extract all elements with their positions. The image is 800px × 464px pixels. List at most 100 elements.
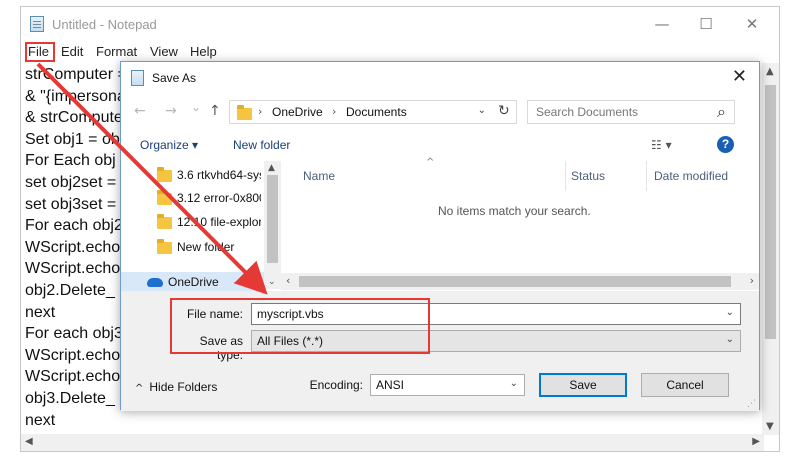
text-line: For each obj2 in obj2set: [25, 217, 120, 235]
scroll-down-icon[interactable]: ⌄: [268, 277, 276, 287]
text-line: next: [25, 411, 56, 429]
text-line: strComputer = ".": [25, 66, 120, 83]
text-line: For each obj3 in obj3set: [25, 325, 120, 343]
cancel-button[interactable]: Cancel: [641, 373, 729, 397]
new-folder-button[interactable]: New folder: [233, 138, 290, 152]
resize-grip-icon[interactable]: ⋰: [747, 399, 756, 409]
help-icon[interactable]: ?: [717, 136, 734, 153]
scroll-right-icon[interactable]: ›: [750, 274, 754, 287]
breadcrumb-documents[interactable]: Documents: [346, 105, 407, 119]
command-bar: Organize ▾ New folder ☷ ▾ ?: [121, 134, 759, 160]
folder-icon: [157, 190, 172, 205]
column-divider[interactable]: [646, 161, 647, 191]
chevron-down-icon[interactable]: ⌄: [726, 307, 734, 318]
dialog-app-icon: [131, 70, 144, 86]
chevron-down-icon[interactable]: ⌄: [726, 334, 734, 345]
folder-icon: [157, 167, 172, 182]
text-line: obj3.Delete_: [25, 389, 115, 407]
menu-bar: File Edit Format View Help: [21, 42, 779, 63]
text-line: For Each obj in obj1: [25, 152, 120, 170]
breadcrumb-separator: ›: [258, 105, 263, 118]
editor-text-area[interactable]: strComputer = "." & "{impersonationLevel…: [25, 64, 120, 434]
nav-folder-item[interactable]: 3.6 rtkvhd64-sys: [143, 165, 261, 185]
search-icon[interactable]: ⌕: [717, 102, 726, 122]
navigation-bar: ← → ⌄ ↑ › OneDrive › Documents ⌄ ↻ Searc…: [121, 98, 759, 126]
folder-icon: [237, 105, 252, 120]
cloud-icon: [147, 278, 163, 287]
file-menu-highlight: [25, 42, 55, 62]
scroll-up-icon[interactable]: ▲: [766, 66, 774, 77]
dialog-title: Save As: [152, 71, 197, 85]
nav-folder-label: New folder: [177, 240, 235, 254]
close-icon[interactable]: ✕: [741, 13, 763, 35]
text-line: next: [25, 303, 56, 321]
minimize-icon[interactable]: —: [651, 13, 673, 35]
scroll-left-icon[interactable]: ‹: [286, 274, 290, 287]
text-line: set obj2set = obj.Associators_: [25, 173, 120, 191]
breadcrumb-onedrive[interactable]: OneDrive: [272, 105, 323, 119]
onedrive-label: OneDrive: [168, 275, 219, 289]
organize-button[interactable]: Organize ▾: [140, 138, 198, 152]
nav-item-onedrive[interactable]: OneDrive: [121, 272, 264, 292]
scroll-thumb[interactable]: [267, 175, 278, 263]
address-dropdown-icon[interactable]: ⌄: [478, 105, 486, 116]
forward-arrow-icon[interactable]: →: [165, 103, 177, 119]
refresh-icon[interactable]: ↻: [498, 103, 510, 119]
scroll-down-icon[interactable]: ▼: [766, 421, 774, 432]
nav-folder-item[interactable]: 3.12 error-0x8004: [143, 188, 261, 208]
text-line: WScript.echo obj3.InstanceID: [25, 368, 120, 386]
search-input[interactable]: Search Documents ⌕: [527, 100, 735, 124]
save-options-panel: File name: myscript.vbs ⌄ Save as type: …: [121, 291, 759, 411]
editor-vertical-scrollbar[interactable]: ▲ ▼: [762, 63, 779, 435]
hide-folders-button[interactable]: ^ Hide Folders: [135, 380, 217, 394]
menu-help[interactable]: Help: [190, 43, 217, 60]
text-line: & "{impersonationLevel=impersonate}!\\": [25, 87, 120, 105]
maximize-icon[interactable]: ☐: [695, 13, 717, 35]
dialog-close-icon[interactable]: ✕: [732, 66, 747, 87]
column-header-status[interactable]: Status: [571, 169, 605, 183]
column-header-date-modified[interactable]: Date modified: [654, 169, 728, 183]
notepad-title-bar: Untitled - Notepad — ☐ ✕: [21, 7, 779, 41]
empty-folder-message: No items match your search.: [438, 204, 591, 218]
editor-horizontal-scrollbar[interactable]: ◀ ▶: [21, 434, 764, 451]
encoding-label: Encoding:: [309, 378, 363, 392]
dialog-title-bar: Save As ✕: [121, 62, 759, 94]
scroll-right-icon[interactable]: ▶: [752, 436, 760, 447]
text-line: WScript.echo obj2.InstanceID: [25, 260, 120, 278]
text-line: obj2.Delete_: [25, 281, 115, 299]
scroll-left-icon[interactable]: ◀: [25, 436, 33, 447]
chevron-down-icon[interactable]: ⌄: [510, 378, 518, 389]
folder-icon: [157, 239, 172, 254]
file-list[interactable]: Name ^ Status Date modified No items mat…: [286, 157, 759, 289]
nav-folder-item[interactable]: New folder: [143, 237, 261, 257]
scroll-thumb[interactable]: [299, 276, 731, 287]
text-line: & strComputer & "\root\cimv2"): [25, 109, 120, 127]
menu-edit[interactable]: Edit: [61, 43, 83, 60]
text-line: Set obj1 = objWMIService.ExecQuery: [25, 130, 120, 148]
text-line: WScript.echo "Deleting: ": [25, 238, 120, 256]
encoding-select[interactable]: ANSI ⌄: [370, 374, 525, 396]
up-arrow-icon[interactable]: ↑: [209, 103, 221, 119]
column-header-name[interactable]: Name: [303, 169, 335, 183]
nav-pane-scrollbar[interactable]: ▲ ⌄: [264, 161, 281, 289]
file-list-horizontal-scrollbar[interactable]: ‹ ›: [281, 273, 759, 290]
change-view-icon[interactable]: ☷ ▾: [651, 138, 672, 152]
nav-folder-item[interactable]: 12.10 file-explore: [143, 212, 261, 232]
back-arrow-icon[interactable]: ←: [134, 103, 146, 119]
chevron-up-icon: ^: [135, 383, 144, 394]
text-line: WScript.echo "Deleting: ": [25, 346, 120, 364]
save-as-dialog: Save As ✕ ← → ⌄ ↑ › OneDrive › Documents…: [120, 61, 760, 411]
text-line: set obj3set = obj.Associators_: [25, 195, 120, 213]
hide-folders-label: Hide Folders: [149, 380, 218, 394]
scroll-up-icon[interactable]: ▲: [268, 163, 275, 173]
scroll-thumb[interactable]: [765, 85, 776, 339]
menu-view[interactable]: View: [150, 43, 178, 60]
recent-locations-icon[interactable]: ⌄: [191, 100, 201, 114]
notepad-icon: [30, 16, 44, 32]
menu-format[interactable]: Format: [96, 43, 137, 60]
nav-folder-label: 3.12 error-0x8004: [177, 191, 261, 205]
column-divider[interactable]: [565, 161, 566, 191]
address-bar[interactable]: › OneDrive › Documents ⌄ ↻: [229, 100, 517, 124]
save-button[interactable]: Save: [539, 373, 627, 397]
notepad-title: Untitled - Notepad: [52, 17, 157, 32]
